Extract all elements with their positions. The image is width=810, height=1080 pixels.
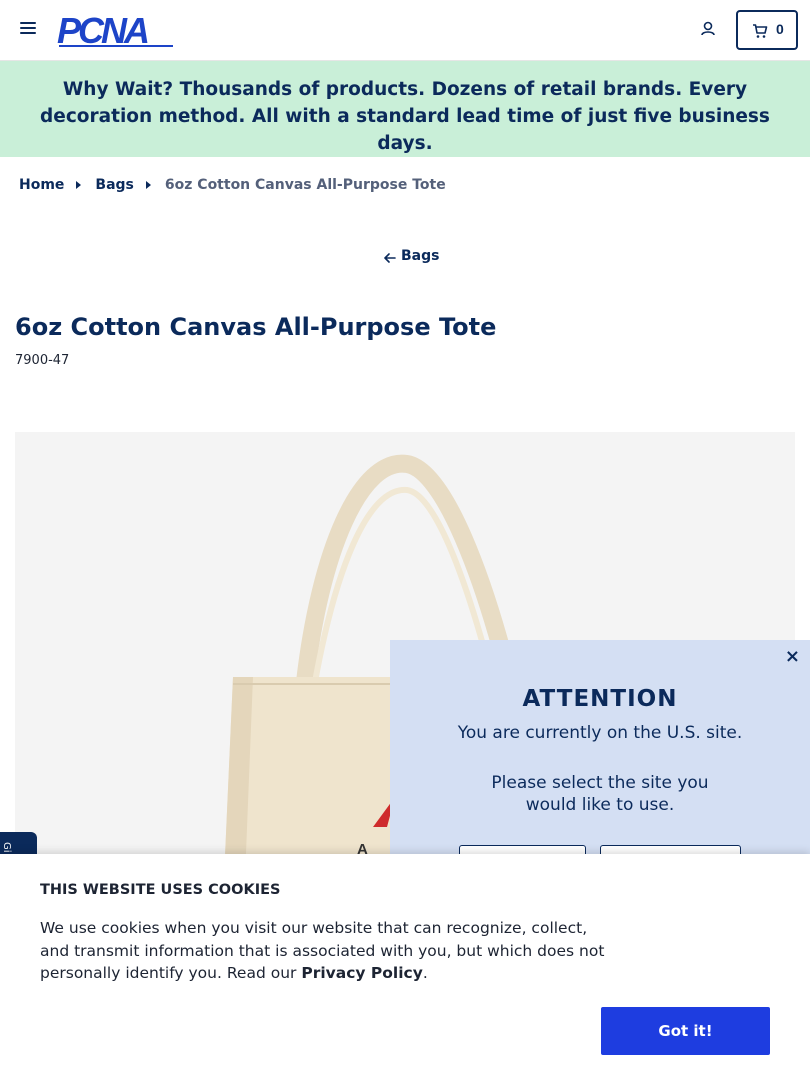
site-header: PCNA 0	[0, 0, 810, 61]
product-sku: 7900-47	[15, 353, 70, 368]
product-title: 6oz Cotton Canvas All-Purpose Tote	[15, 313, 497, 341]
breadcrumb: Home Bags 6oz Cotton Canvas All-Purpose …	[19, 175, 446, 195]
pcna-logo[interactable]: PCNA	[57, 12, 177, 48]
hamburger-menu-icon[interactable]	[20, 22, 36, 36]
cookie-text: We use cookies when you visit our websit…	[40, 917, 620, 985]
feedback-tab-label: Gi	[1, 842, 12, 853]
privacy-policy-link[interactable]: Privacy Policy	[301, 964, 423, 982]
product-page: PCNA 0 Why Wait? Thousands of products. …	[0, 0, 810, 1080]
back-link-label: Bags	[401, 248, 440, 264]
breadcrumb-bags[interactable]: Bags	[95, 177, 133, 193]
cart-icon	[752, 23, 768, 39]
cookie-text-end: .	[422, 964, 428, 982]
breadcrumb-separator-icon	[145, 181, 151, 189]
promo-lead: Why Wait?	[62, 79, 174, 100]
modal-current-site: You are currently on the U.S. site.	[457, 723, 743, 743]
svg-text:PCNA: PCNA	[57, 12, 148, 48]
back-to-category-link[interactable]: Bags	[384, 246, 439, 266]
promo-text: Why Wait? Thousands of products. Dozens …	[12, 76, 798, 157]
cookie-banner: THIS WEBSITE USES COOKIES We use cookies…	[0, 854, 810, 1080]
got-it-button[interactable]: Got it!	[601, 1007, 770, 1055]
cart-button[interactable]: 0	[736, 10, 798, 50]
modal-instruction: Please select the site you would like to…	[491, 773, 709, 815]
breadcrumb-separator-icon	[76, 181, 82, 189]
breadcrumb-current: 6oz Cotton Canvas All-Purpose Tote	[164, 177, 446, 193]
modal-title: ATTENTION	[522, 686, 678, 712]
user-icon[interactable]	[699, 20, 717, 38]
breadcrumb-home[interactable]: Home	[19, 177, 64, 193]
arrow-left-icon	[384, 251, 396, 263]
promo-banner: Why Wait? Thousands of products. Dozens …	[0, 61, 810, 157]
cookie-title: THIS WEBSITE USES COOKIES	[40, 882, 281, 898]
cart-count: 0	[776, 21, 784, 37]
close-icon[interactable]: ×	[785, 646, 800, 667]
